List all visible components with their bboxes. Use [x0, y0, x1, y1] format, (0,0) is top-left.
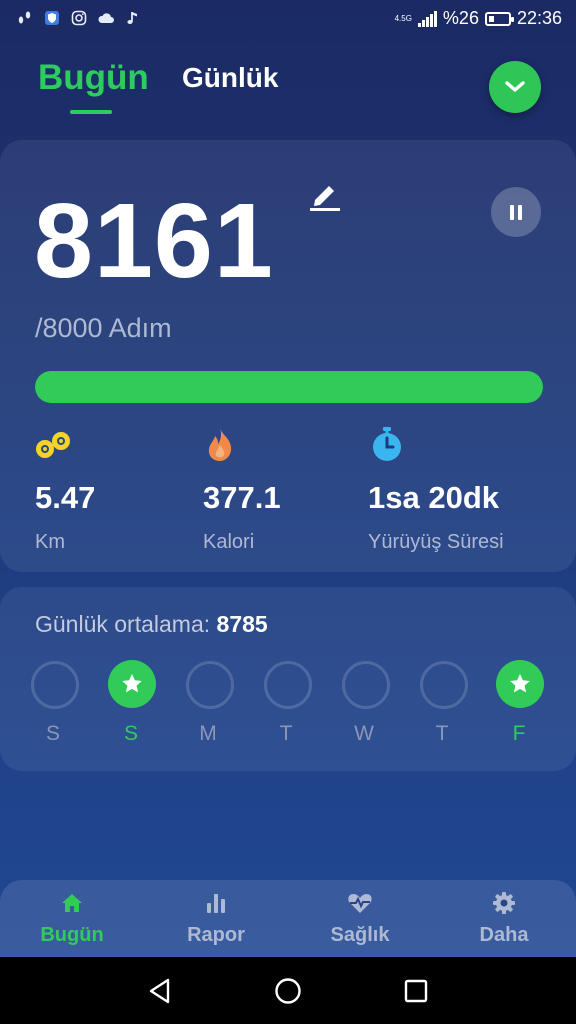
day-label: S [45, 722, 60, 745]
nav-report[interactable]: Rapor [156, 890, 276, 947]
day-indicator[interactable] [420, 661, 468, 709]
recents-icon [404, 979, 428, 1003]
pause-icon [508, 204, 524, 220]
day-indicator[interactable] [496, 660, 544, 708]
nav-more[interactable]: Daha [444, 890, 564, 947]
nav-today[interactable]: Bugün [12, 890, 132, 947]
day-label: W [354, 722, 374, 745]
gear-icon [444, 890, 564, 916]
tab-daily[interactable]: Günlük [182, 62, 278, 94]
day-label: T [435, 722, 449, 745]
daily-average: Günlük ortalama: 8785 [35, 611, 268, 638]
daily-average-label: Günlük ortalama: [35, 611, 211, 637]
nav-more-label: Daha [479, 924, 529, 946]
dropdown-button[interactable] [489, 61, 541, 113]
steps-notification-icon [16, 9, 34, 27]
nav-report-label: Rapor [187, 924, 245, 946]
day-indicator[interactable] [108, 660, 156, 708]
signal-icon [417, 10, 437, 27]
bar-chart-icon [156, 890, 276, 916]
shield-icon [43, 9, 61, 27]
bottom-nav: Bugün Rapor Sağlık Daha [0, 880, 576, 957]
day-label: F [512, 722, 526, 745]
edit-steps-button[interactable] [306, 178, 342, 212]
stat-distance: 5.47 Km [35, 425, 95, 553]
empty-day-ring [264, 661, 312, 709]
recents-button[interactable] [400, 975, 432, 1007]
walking-time-label: Yürüyüş Süresi [368, 531, 504, 553]
system-navigation-bar [0, 957, 576, 1024]
nav-health-label: Sağlık [330, 924, 390, 946]
stopwatch-icon [368, 425, 408, 465]
back-button[interactable] [144, 975, 176, 1007]
pencil-icon [310, 186, 340, 211]
battery-percent: %26 [442, 8, 479, 28]
home-button[interactable] [272, 975, 304, 1007]
network-type: 4.5G [394, 14, 412, 23]
progress-bar-fill [35, 371, 543, 403]
status-bar: 4.5G %26 22:36 [0, 0, 576, 40]
step-goal: /8000 Adım [35, 313, 172, 343]
empty-day-ring [420, 661, 468, 709]
day-indicator[interactable] [186, 661, 234, 709]
active-tab-indicator [70, 110, 112, 114]
heart-pulse-icon [300, 890, 420, 916]
tab-today[interactable]: Bugün [38, 58, 149, 98]
flame-icon [203, 425, 243, 465]
progress-bar [35, 371, 543, 403]
pause-button[interactable] [491, 187, 541, 237]
day-indicator[interactable] [264, 661, 312, 709]
calories-label: Kalori [203, 531, 255, 553]
stat-walking-time: 1sa 20dk Yürüyüş Süresi [368, 425, 504, 553]
home-circle-icon [275, 978, 301, 1004]
nav-health[interactable]: Sağlık [300, 890, 420, 947]
star-icon [122, 674, 142, 693]
step-count: 8161 [34, 182, 274, 300]
music-note-icon [124, 9, 142, 27]
empty-day-ring [31, 661, 79, 709]
chevron-down-icon [505, 81, 525, 92]
calories-value: 377.1 [203, 480, 281, 515]
goal-reached-badge [108, 660, 156, 708]
stat-calories: 377.1 Kalori [203, 425, 281, 553]
footsteps-icon [35, 425, 75, 465]
back-icon [149, 978, 170, 1004]
home-icon [12, 890, 132, 916]
empty-day-ring [342, 661, 390, 709]
daily-average-value: 8785 [216, 611, 268, 637]
battery-icon [484, 11, 514, 26]
nav-today-label: Bugün [40, 924, 104, 946]
day-label: S [123, 722, 138, 745]
distance-value: 5.47 [35, 480, 96, 515]
day-label: M [199, 722, 217, 745]
day-label: T [279, 722, 293, 745]
instagram-icon [70, 9, 88, 27]
clock: 22:36 [516, 8, 562, 28]
goal-reached-badge [496, 660, 544, 708]
day-indicator[interactable] [31, 661, 79, 709]
cloud-icon [97, 9, 115, 27]
empty-day-ring [186, 661, 234, 709]
star-icon [510, 674, 530, 693]
walking-time-value: 1sa 20dk [368, 480, 499, 515]
notification-icons [16, 9, 142, 27]
day-indicator[interactable] [342, 661, 390, 709]
system-status: 4.5G %26 22:36 [395, 8, 562, 29]
distance-label: Km [35, 531, 65, 553]
